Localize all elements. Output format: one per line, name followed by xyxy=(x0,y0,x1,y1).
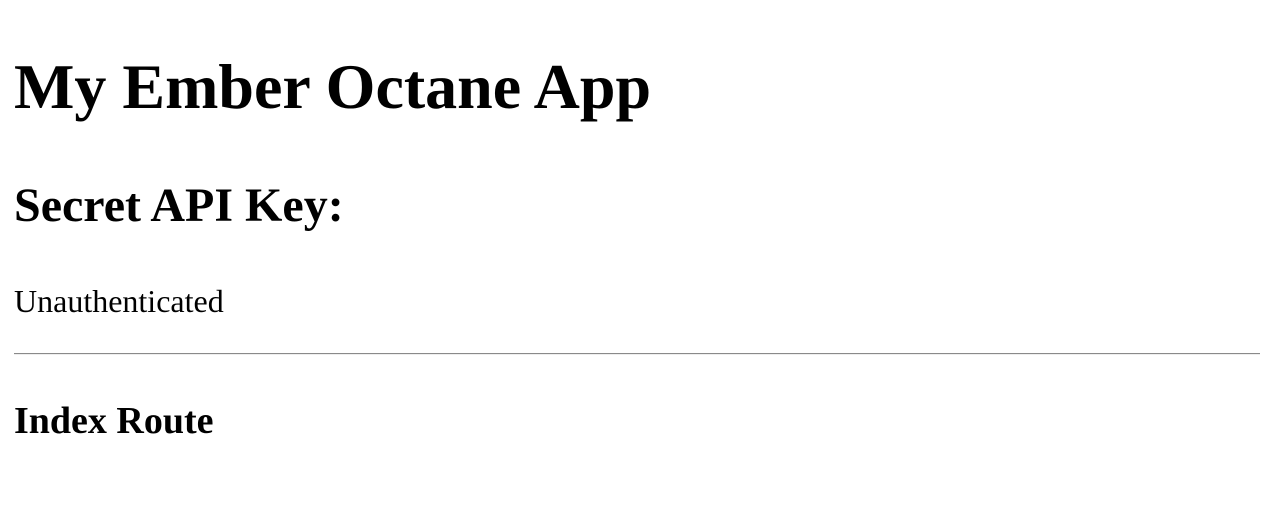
divider xyxy=(14,353,1260,355)
page-title: My Ember Octane App xyxy=(14,51,652,122)
secret-api-key-heading: Secret API Key: xyxy=(14,179,344,232)
route-heading: Index Route xyxy=(14,400,214,442)
auth-status-text: Unauthenticated xyxy=(14,283,224,319)
